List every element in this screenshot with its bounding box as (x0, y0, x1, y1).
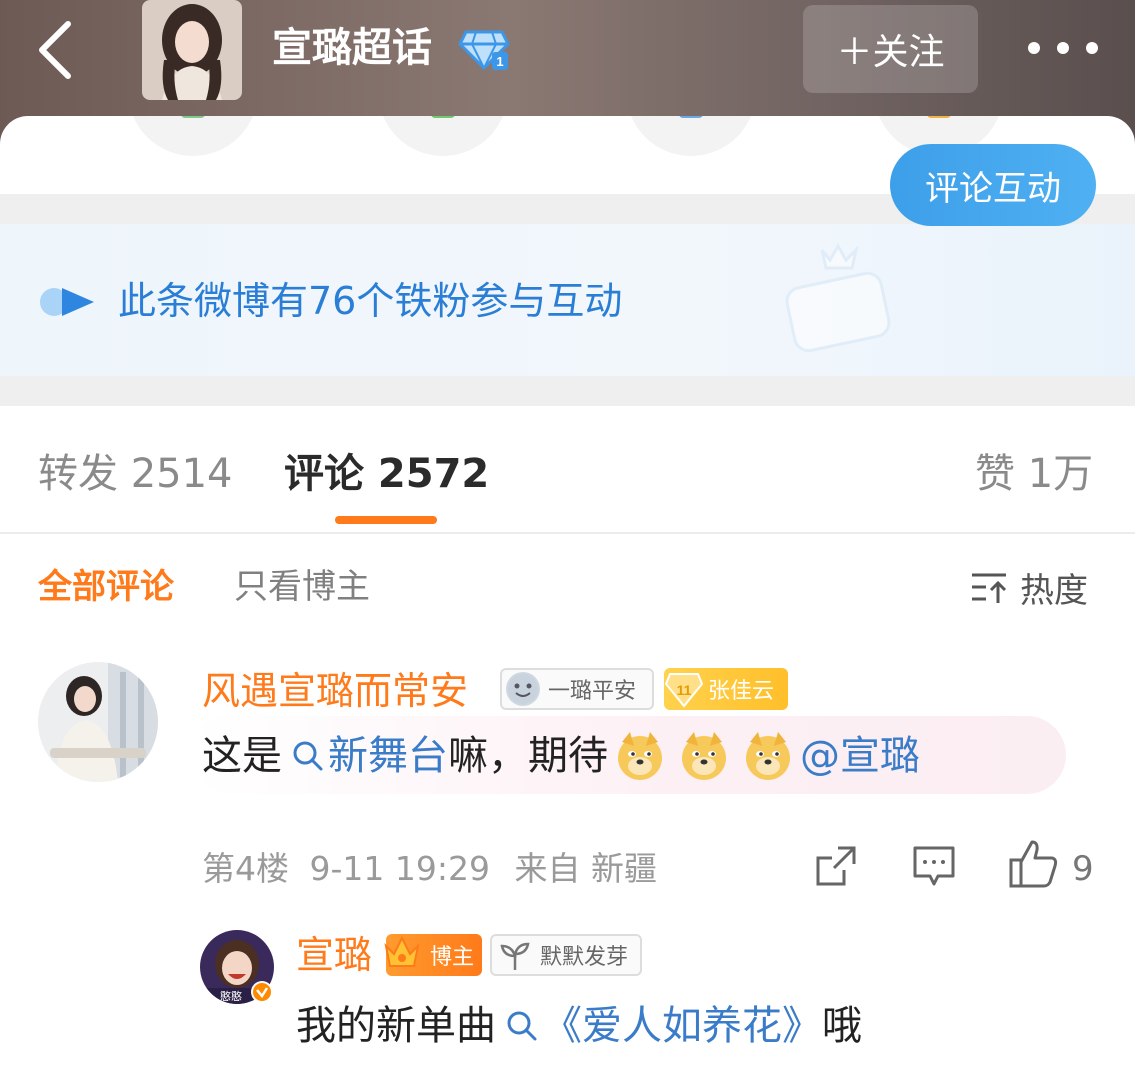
divider (0, 532, 1135, 534)
back-button[interactable] (24, 18, 84, 82)
author-badge: 博主 (384, 934, 482, 976)
badge-label: 张佳云 (708, 679, 775, 704)
weibo-comment-page: 宣璐超话 1 ＋关注 此条微博有76个铁粉参与互动 转发 2514 评论 257… (0, 0, 1135, 1080)
diamond-icon: 1 (458, 28, 510, 72)
topic-label: 《爱人如养花》 (542, 1003, 822, 1049)
svg-text:1: 1 (496, 54, 503, 69)
sort-by-hot-button[interactable]: 热度 (970, 564, 1088, 611)
share-icon[interactable] (814, 844, 858, 888)
reply-username[interactable]: 宣璐 (296, 930, 372, 980)
tab-likes[interactable]: 赞 1万 (975, 446, 1093, 502)
chevron-left-icon (39, 21, 71, 79)
supertopic-avatar[interactable] (142, 0, 242, 100)
tv-illustration-icon (785, 242, 891, 352)
topic-link[interactable]: 《爱人如养花》 (496, 998, 822, 1054)
reply-text-part: 哦 (822, 1003, 862, 1049)
more-options-button[interactable] (1028, 30, 1098, 66)
avatar-photo (142, 0, 242, 100)
thumbs-up-icon[interactable] (1008, 838, 1060, 890)
action-circle[interactable] (378, 116, 508, 156)
badge-label: 一璐平安 (548, 679, 637, 704)
tab-reposts[interactable]: 转发 2514 (38, 446, 233, 502)
avatar[interactable]: 憨憨 (200, 930, 274, 1004)
filter-author-only[interactable]: 只看博主 (234, 564, 370, 610)
comment-text-part: 这是 (202, 733, 282, 779)
sort-icon (972, 573, 1007, 603)
doge-emoji-icon (746, 732, 790, 780)
banner-text: 此条微博有76个铁粉参与互动 (118, 279, 623, 323)
topic-link[interactable]: 新舞台 (282, 728, 448, 784)
active-tab-indicator (335, 516, 437, 524)
mention-link[interactable]: @宣璐 (800, 728, 920, 784)
doge-emoji-icon (618, 732, 662, 780)
sort-label: 热度 (1020, 570, 1088, 611)
divider (0, 376, 1135, 406)
comment-text-part: 嘛，期待 (448, 733, 608, 779)
sprout-icon (500, 942, 530, 970)
avatar-caption: 憨憨 (220, 989, 242, 1003)
dot-icon (1028, 42, 1040, 54)
follow-button[interactable]: ＋关注 (803, 5, 978, 93)
comment-meta: 第4楼 9-11 19:29 来自 新疆 (202, 846, 657, 892)
fan-group-badge[interactable]: 一璐平安 (500, 668, 654, 710)
reply-text: 我的新单曲 《爱人如养花》 哦 (296, 998, 862, 1054)
comment-time: 9-11 19:29 (309, 849, 491, 888)
like-count: 9 (1072, 849, 1094, 889)
filter-all-comments[interactable]: 全部评论 (38, 564, 174, 610)
comment-icon[interactable] (912, 844, 956, 888)
dot-icon (1086, 42, 1098, 54)
fan-level-badge[interactable]: 11 张佳云 (664, 668, 788, 710)
level-diamond-icon: 11 (664, 668, 704, 710)
comment-text: 这是 新舞台 嘛，期待 @宣璐 (202, 728, 920, 784)
fan-interaction-banner: 此条微博有76个铁粉参与互动 (0, 224, 1135, 376)
badge-level: 11 (677, 682, 692, 698)
action-circle[interactable] (128, 116, 258, 156)
action-circle[interactable] (626, 116, 756, 156)
page-title: 宣璐超话 (272, 25, 432, 71)
search-icon (507, 1011, 537, 1041)
search-icon (293, 741, 323, 771)
content-sheet: 此条微博有76个铁粉参与互动 转发 2514 评论 2572 赞 1万 全部评论… (0, 116, 1135, 1080)
doge-emoji-icon (682, 732, 726, 780)
badge-label: 默默发芽 (540, 945, 629, 970)
comment-interaction-button[interactable]: 评论互动 (890, 144, 1096, 226)
comment-location: 来自 新疆 (514, 849, 658, 888)
floor-number: 第4楼 (202, 849, 289, 888)
dot-icon (1057, 42, 1069, 54)
tab-comments[interactable]: 评论 2572 (284, 446, 489, 502)
smiley-icon (506, 672, 540, 706)
avatar-photo (38, 662, 158, 782)
avatar[interactable] (38, 662, 158, 782)
reply-text-part: 我的新单曲 (296, 1003, 496, 1049)
fan-group-badge[interactable]: 默默发芽 (490, 934, 642, 976)
crown-icon (384, 935, 420, 967)
topic-label: 新舞台 (328, 733, 448, 779)
play-icon (40, 288, 94, 316)
avatar-photo: 憨憨 (200, 930, 274, 1004)
comment-username[interactable]: 风遇宣璐而常安 (202, 666, 468, 716)
badge-label: 博主 (429, 945, 474, 970)
